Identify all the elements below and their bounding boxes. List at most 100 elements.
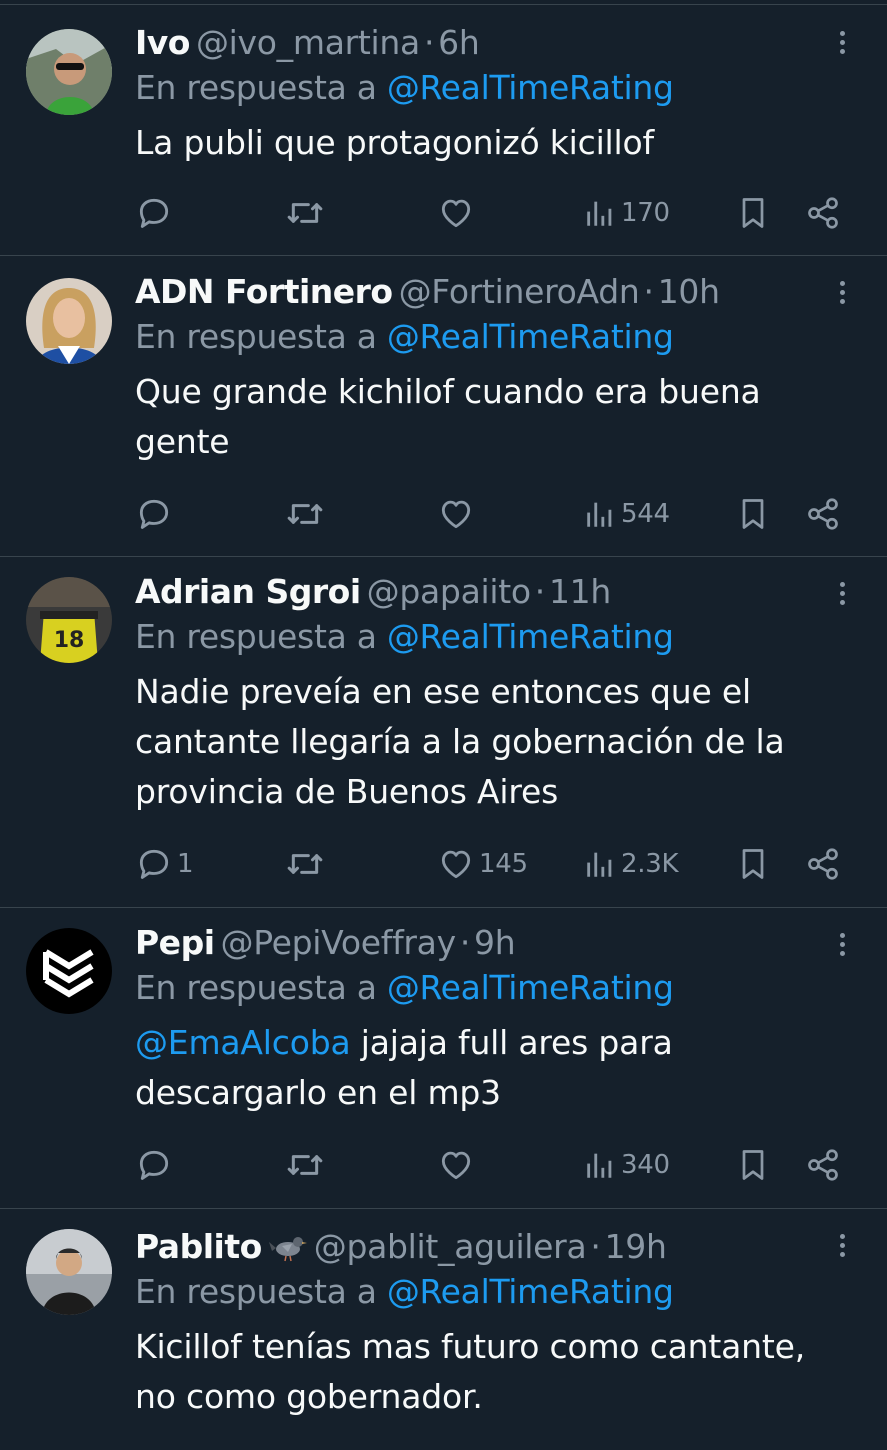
bookmark-icon bbox=[735, 195, 771, 231]
tweet-header: Pepi @PepiVoeffray · 9h bbox=[135, 923, 847, 963]
share-icon bbox=[805, 1147, 841, 1183]
bookmark-button[interactable] bbox=[735, 193, 771, 233]
retweet-icon bbox=[285, 1145, 325, 1185]
retweet-icon bbox=[285, 844, 325, 884]
heart-icon bbox=[437, 1146, 475, 1184]
reply-prefix: En respuesta a bbox=[135, 968, 377, 1007]
author-name[interactable]: Adrian Sgroi bbox=[135, 572, 361, 611]
reply-count: 1 bbox=[177, 849, 194, 879]
more-options-button[interactable] bbox=[837, 930, 847, 960]
action-bar: 544 bbox=[135, 494, 845, 534]
tweet-text: Kicillof tenías mas futuro como cantante… bbox=[135, 1327, 805, 1416]
author-handle[interactable]: @PepiVoeffray bbox=[221, 923, 457, 962]
reply-to-link[interactable]: @RealTimeRating bbox=[387, 968, 674, 1007]
view-count: 544 bbox=[621, 499, 670, 529]
avatar[interactable] bbox=[26, 278, 112, 364]
author-handle[interactable]: @FortineroAdn bbox=[399, 272, 640, 311]
like-count: 145 bbox=[479, 849, 528, 879]
reply-feed: Ivo @ivo_martina · 6h En respuesta a @RealT… bbox=[0, 0, 887, 1450]
bookmark-button[interactable] bbox=[735, 1145, 771, 1185]
share-button[interactable] bbox=[805, 494, 841, 534]
mention-link[interactable]: @EmaAlcoba bbox=[135, 1023, 351, 1062]
retweet-icon bbox=[285, 193, 325, 233]
timestamp[interactable]: 6h bbox=[438, 23, 480, 62]
more-options-button[interactable] bbox=[837, 278, 847, 308]
reply-button[interactable] bbox=[135, 494, 177, 534]
views-chart-icon bbox=[583, 847, 617, 881]
bookmark-button[interactable] bbox=[735, 494, 771, 534]
separator-dot: · bbox=[590, 1227, 601, 1266]
tweet-text: Nadie preveía en ese entonces que el can… bbox=[135, 672, 785, 811]
author-name[interactable]: ADN Fortinero bbox=[135, 272, 393, 311]
author-handle[interactable]: @ivo_martina bbox=[196, 23, 420, 62]
retweet-button[interactable] bbox=[285, 1145, 329, 1185]
author-name[interactable]: Ivo bbox=[135, 23, 190, 62]
views-button[interactable]: 170 bbox=[583, 193, 670, 233]
retweet-button[interactable] bbox=[285, 844, 329, 884]
timestamp[interactable]: 11h bbox=[549, 572, 611, 611]
avatar[interactable]: 18 bbox=[26, 577, 112, 663]
reply-button[interactable] bbox=[135, 1145, 177, 1185]
reply-button[interactable]: 1 bbox=[135, 844, 194, 884]
avatar[interactable] bbox=[26, 1229, 112, 1315]
tweet-header: Pablito @pablit_aguilera · 19h bbox=[135, 1227, 847, 1267]
retweet-icon bbox=[285, 494, 325, 534]
share-icon bbox=[805, 496, 841, 532]
retweet-button[interactable] bbox=[285, 494, 329, 534]
share-button[interactable] bbox=[805, 844, 841, 884]
action-bar: 170 bbox=[135, 193, 845, 233]
tweet-pepi[interactable]: Pepi @PepiVoeffray · 9h En respuesta a @Rea… bbox=[0, 908, 887, 1209]
more-options-button[interactable] bbox=[837, 28, 847, 58]
tweet-adrian-sgroi[interactable]: 18 Adrian Sgroi @papaiito · 11h En respuest… bbox=[0, 557, 887, 908]
share-icon bbox=[805, 846, 841, 882]
more-options-button[interactable] bbox=[837, 1231, 847, 1261]
reply-icon bbox=[135, 845, 173, 883]
reply-to-link[interactable]: @RealTimeRating bbox=[387, 317, 674, 356]
more-options-button[interactable] bbox=[837, 579, 847, 609]
bookmark-icon bbox=[735, 496, 771, 532]
tweet-ivo[interactable]: Ivo @ivo_martina · 6h En respuesta a @RealT… bbox=[0, 5, 887, 256]
views-button[interactable]: 544 bbox=[583, 494, 670, 534]
heart-icon bbox=[437, 495, 475, 533]
heart-icon bbox=[437, 194, 475, 232]
reply-icon bbox=[135, 495, 173, 533]
reply-prefix: En respuesta a bbox=[135, 317, 377, 356]
reply-to-link[interactable]: @RealTimeRating bbox=[387, 1272, 674, 1311]
like-button[interactable] bbox=[437, 494, 479, 534]
share-button[interactable] bbox=[805, 1145, 841, 1185]
retweet-button[interactable] bbox=[285, 193, 329, 233]
views-button[interactable]: 2.3K bbox=[583, 844, 679, 884]
separator-dot: · bbox=[534, 572, 546, 611]
reply-prefix: En respuesta a bbox=[135, 617, 377, 656]
bookmark-button[interactable] bbox=[735, 844, 771, 884]
tweet-text: Que grande kichilof cuando era buena gen… bbox=[135, 372, 761, 461]
reply-to-link[interactable]: @RealTimeRating bbox=[387, 68, 674, 107]
reply-prefix: En respuesta a bbox=[135, 68, 377, 107]
author-handle[interactable]: @pablit_aguilera bbox=[314, 1227, 587, 1266]
reply-context: En respuesta a @RealTimeRating bbox=[135, 63, 847, 113]
view-count: 2.3K bbox=[621, 849, 679, 879]
like-button[interactable] bbox=[437, 193, 479, 233]
reply-context: En respuesta a @RealTimeRating bbox=[135, 1267, 847, 1317]
reply-button[interactable] bbox=[135, 193, 177, 233]
tweet-pablito[interactable]: Pablito @pablit_aguilera · 19h En respuesta… bbox=[0, 1209, 887, 1450]
avatar[interactable] bbox=[26, 928, 112, 1014]
like-button[interactable]: 145 bbox=[437, 844, 528, 884]
timestamp[interactable]: 9h bbox=[474, 923, 516, 962]
timestamp[interactable]: 10h bbox=[658, 272, 720, 311]
author-name[interactable]: Pablito bbox=[135, 1227, 262, 1266]
views-button[interactable]: 340 bbox=[583, 1145, 670, 1185]
author-name[interactable]: Pepi bbox=[135, 923, 215, 962]
reply-prefix: En respuesta a bbox=[135, 1272, 377, 1311]
tweet-header: Ivo @ivo_martina · 6h bbox=[135, 23, 847, 63]
bookmark-icon bbox=[735, 1147, 771, 1183]
tweet-adn-fortinero[interactable]: ADN Fortinero @FortineroAdn · 10h En respue… bbox=[0, 256, 887, 557]
reply-context: En respuesta a @RealTimeRating bbox=[135, 963, 847, 1013]
author-handle[interactable]: @papaiito bbox=[367, 572, 531, 611]
like-button[interactable] bbox=[437, 1145, 479, 1185]
reply-to-link[interactable]: @RealTimeRating bbox=[387, 617, 674, 656]
separator-dot: · bbox=[643, 272, 655, 311]
avatar[interactable] bbox=[26, 29, 112, 115]
timestamp[interactable]: 19h bbox=[605, 1227, 667, 1266]
share-button[interactable] bbox=[805, 193, 841, 233]
